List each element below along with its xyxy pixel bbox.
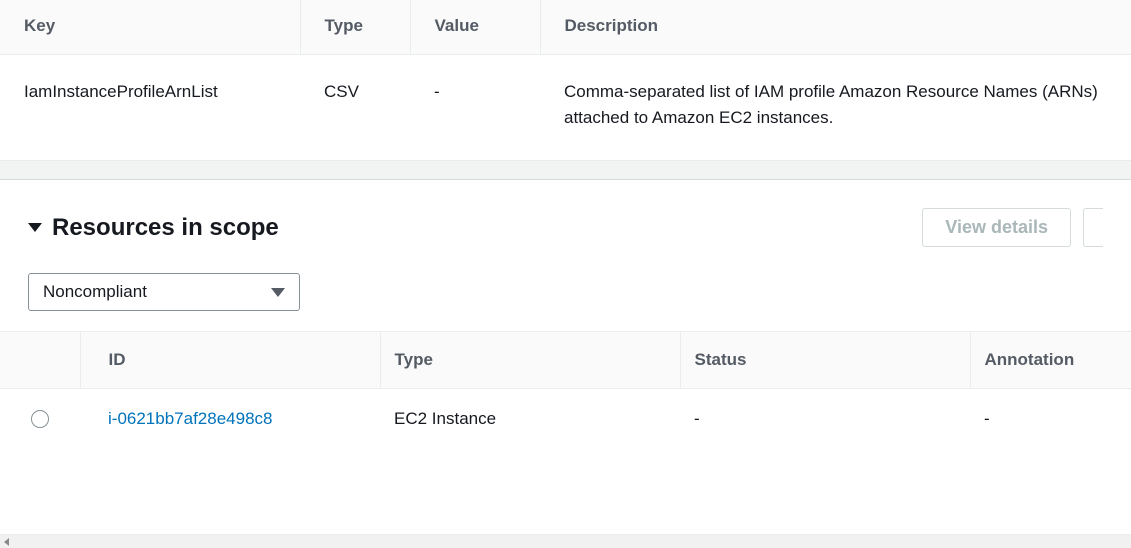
resource-id-cell[interactable]: i-0621bb7af28e498c8	[80, 389, 380, 450]
parameters-table: Key Type Value Description IamInstancePr…	[0, 0, 1131, 154]
compliance-filter-value: Noncompliant	[43, 282, 147, 302]
resources-header-status[interactable]: Status	[680, 332, 970, 389]
section-title-toggle[interactable]: Resources in scope	[28, 214, 279, 242]
header-actions: View details	[922, 208, 1103, 247]
param-key-cell: IamInstanceProfileArnList	[0, 55, 300, 155]
row-select-cell[interactable]	[0, 389, 80, 450]
resources-header-select	[0, 332, 80, 389]
resource-type-cell: EC2 Instance	[380, 389, 680, 450]
resources-header-id[interactable]: ID	[80, 332, 380, 389]
compliance-filter-select[interactable]: Noncompliant	[28, 273, 300, 311]
resources-section-header: Resources in scope View details	[0, 208, 1131, 273]
resources-header-type[interactable]: Type	[380, 332, 680, 389]
table-row[interactable]: i-0621bb7af28e498c8 EC2 Instance - -	[0, 389, 1131, 450]
parameters-header-description[interactable]: Description	[540, 0, 1131, 55]
table-row: IamInstanceProfileArnList CSV - Comma-se…	[0, 55, 1131, 155]
param-type-cell: CSV	[300, 55, 410, 155]
resource-annotation-cell: -	[970, 389, 1131, 450]
overflow-button[interactable]	[1083, 208, 1103, 247]
resources-section: Resources in scope View details Noncompl…	[0, 180, 1131, 449]
chevron-down-icon	[271, 288, 285, 297]
param-description-cell: Comma-separated list of IAM profile Amaz…	[540, 55, 1131, 155]
resources-header-annotation[interactable]: Annotation	[970, 332, 1131, 389]
parameters-header-type[interactable]: Type	[300, 0, 410, 55]
param-value-cell: -	[410, 55, 540, 155]
scroll-left-arrow-icon[interactable]	[4, 538, 9, 546]
filter-bar: Noncompliant	[0, 273, 1131, 331]
horizontal-scrollbar[interactable]	[0, 534, 1131, 548]
resources-header-row: ID Type Status Annotation	[0, 332, 1131, 389]
parameters-header-value[interactable]: Value	[410, 0, 540, 55]
section-title: Resources in scope	[52, 214, 279, 242]
section-divider	[0, 160, 1131, 180]
resource-id-link[interactable]: i-0621bb7af28e498c8	[108, 409, 272, 428]
parameters-header-key[interactable]: Key	[0, 0, 300, 55]
radio-icon[interactable]	[31, 410, 49, 428]
view-details-button[interactable]: View details	[922, 208, 1071, 247]
resource-status-cell: -	[680, 389, 970, 450]
parameters-header-row: Key Type Value Description	[0, 0, 1131, 55]
caret-down-icon	[28, 223, 42, 232]
resources-table: ID Type Status Annotation i-0621bb7af28e…	[0, 331, 1131, 449]
